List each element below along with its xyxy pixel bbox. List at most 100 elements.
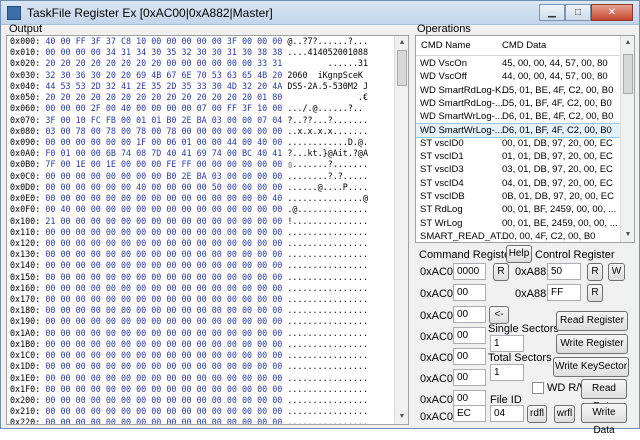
- reg-field-0xac03[interactable]: 00: [453, 327, 486, 344]
- operation-row[interactable]: SMART_READ_AT... D0, 00, 4F, C2, 00, B0: [416, 230, 622, 242]
- hex-offset: 0x210:: [10, 406, 41, 417]
- operations-scrollbar[interactable]: ▲ ▼: [620, 36, 634, 242]
- title-bar[interactable]: TaskFile Register Ex [0xAC00|0xA882|Mast…: [1, 1, 639, 25]
- operation-row[interactable]: WD VscOn 45, 00, 00, 44, 57, 00, 80: [416, 57, 622, 70]
- hex-row: 0x050: 20 20 20 20 20 20 20 20 20 20 20 …: [10, 92, 368, 103]
- reg-field-0xac04[interactable]: 00: [453, 348, 486, 365]
- ctrl-field-a883[interactable]: FF: [547, 284, 581, 301]
- operation-row[interactable]: ST vscID3 03, 01, DB, 97, 20, 00, EC: [416, 163, 622, 176]
- hex-row: 0x0C0: 00 00 00 00 00 00 00 00 B0 2E BA …: [10, 171, 368, 182]
- hex-offset: 0x190:: [10, 316, 41, 327]
- scroll-thumb[interactable]: [623, 54, 633, 94]
- hex-ascii: ................: [287, 271, 369, 282]
- hex-row: 0x1A0: 00 00 00 00 00 00 00 00 00 00 00 …: [10, 328, 368, 339]
- write-keysector-button[interactable]: Write KeySector: [553, 357, 629, 377]
- hex-row: 0x1C0: 00 00 00 00 00 00 00 00 00 00 00 …: [10, 350, 368, 361]
- hex-ascii: ................: [287, 260, 369, 271]
- hex-bytes: 40 00 FF 3F 37 C8 10 00 00 00 00 00 3F 0…: [45, 36, 283, 46]
- hex-ascii: ?...kt.}@Ait.?@A: [287, 148, 369, 159]
- hex-bytes: 00 00 00 00 00 00 00 00 00 00 00 00 00 0…: [45, 372, 283, 383]
- write-register-button[interactable]: Write Register: [556, 334, 628, 354]
- hex-row: 0x1F0: 00 00 00 00 00 00 00 00 00 00 00 …: [10, 384, 368, 395]
- operation-row[interactable]: ST vscID4 04, 01, DB, 97, 20, 00, EC: [416, 177, 622, 190]
- total-sectors-field[interactable]: 1: [490, 364, 524, 381]
- operation-row[interactable]: WD SmartRdLog-K... D5, 01, BE, 4F, C2, 00…: [416, 84, 622, 97]
- hex-ascii: ..x.x.x.x.......: [287, 125, 369, 136]
- operation-data: 04, 01, DB, 97, 20, 00, EC: [502, 177, 613, 189]
- hex-offset: 0x0E0:: [10, 193, 41, 204]
- hex-bytes: 00 40 00 00 00 00 00 00 00 00 00 00 00 0…: [45, 204, 283, 215]
- scroll-up-icon[interactable]: ▲: [622, 37, 634, 49]
- hex-ascii: .€: [287, 92, 369, 103]
- operation-row[interactable]: ST vscID0 00, 01, DB, 97, 20, 00, EC: [416, 137, 622, 150]
- reg-field-0xac07[interactable]: EC: [453, 405, 486, 422]
- scroll-thumb[interactable]: [397, 50, 407, 86]
- operation-name: ST WrLog: [420, 217, 463, 229]
- read-0xac00-button[interactable]: R: [493, 263, 509, 281]
- output-label: Output: [9, 23, 43, 35]
- hex-ascii: ................: [287, 395, 369, 405]
- hex-row: 0x190: 00 00 00 00 00 00 00 00 00 00 00 …: [10, 316, 368, 327]
- operation-data: 03, 01, DB, 97, 20, 00, EC: [502, 164, 613, 176]
- operation-row[interactable]: WD SmartWrLog-... D6, 01, BE, 4F, C2, 00,…: [416, 110, 622, 123]
- close-icon[interactable]: ✕: [591, 4, 633, 21]
- operation-data: 44, 00, 00, 44, 57, 00, 80: [502, 71, 608, 83]
- operation-name: ST vscID4: [420, 177, 464, 189]
- file-id-field[interactable]: 04: [490, 405, 524, 422]
- scroll-up-icon[interactable]: ▲: [396, 37, 408, 49]
- hex-bytes: 00 00 00 00 00 00 00 00 B0 2E BA 03 00 0…: [45, 170, 283, 181]
- hex-bytes: 00 00 00 00 00 00 00 00 00 00 00 00 00 0…: [45, 260, 283, 271]
- output-hex-view[interactable]: 0x000: 40 00 FF 3F 37 C8 10 00 00 00 00 …: [6, 35, 409, 425]
- write-data-button[interactable]: Write Data: [581, 403, 627, 436]
- output-scrollbar[interactable]: ▲ ▼: [394, 36, 408, 424]
- hex-bytes: F0 01 00 00 6B 74 08 7D 40 41 69 74 00 B…: [45, 148, 283, 159]
- hex-ascii: ......31: [287, 58, 369, 69]
- ctrl-write-button[interactable]: W: [608, 263, 625, 281]
- hex-offset: 0x180:: [10, 305, 41, 316]
- operations-list[interactable]: CMD Name CMD Data WD VscOn 45, 00, 00, 44…: [415, 35, 635, 243]
- operation-name: WD VscOn: [420, 58, 467, 69]
- operation-row[interactable]: ST WrLog 00, 01, BE, 2459, 00, 00, ...: [416, 217, 622, 230]
- wrfl-button[interactable]: wrfl: [554, 405, 575, 423]
- operation-name: ST vscID0: [420, 137, 464, 149]
- ctrl-read-button[interactable]: R: [587, 263, 603, 281]
- maximize-icon[interactable]: □: [565, 4, 591, 21]
- operation-row[interactable]: WD VscOff 44, 00, 00, 44, 57, 00, 80: [416, 70, 622, 83]
- read-register-button[interactable]: Read Register: [556, 311, 628, 331]
- reg-field-0xac00[interactable]: 0000: [453, 263, 486, 280]
- ctrl-read-a883-button[interactable]: R: [587, 284, 603, 302]
- copy-left-button[interactable]: <-: [489, 306, 509, 324]
- hex-offset: 0x120:: [10, 237, 41, 248]
- operation-data: 45, 00, 00, 44, 57, 00, 80: [502, 58, 608, 69]
- operation-data: D6, 01, BE, 4F, C2, 00, B0: [502, 111, 614, 123]
- scroll-down-icon[interactable]: ▼: [622, 229, 634, 241]
- operation-row[interactable]: WD SmartWrLog-... D6, 01, BF, 4F, C2, 00,…: [416, 122, 623, 138]
- hex-ascii: ........?.?.....: [287, 170, 369, 181]
- reg-field-0xac02[interactable]: 00: [453, 306, 486, 323]
- hex-bytes: 32 30 36 30 20 20 69 4B 67 6E 70 53 63 6…: [45, 69, 283, 80]
- reg-field-0xac05[interactable]: 00: [453, 369, 486, 386]
- rdfl-button[interactable]: rdfl: [527, 405, 547, 423]
- help-button[interactable]: Help: [506, 245, 532, 263]
- single-sectors-field[interactable]: 1: [490, 335, 524, 352]
- hex-offset: 0x0F0:: [10, 204, 41, 215]
- operation-row[interactable]: ST vscIDB 0B, 01, DB, 97, 20, 00, EC: [416, 190, 622, 203]
- operation-row[interactable]: WD SmartRdLog-... D5, 01, BF, 4F, C2, 00,…: [416, 97, 622, 110]
- ctrl-field-a882[interactable]: 50: [547, 263, 581, 280]
- operation-row[interactable]: ST vscID1 01, 01, DB, 97, 20, 00, EC: [416, 150, 622, 163]
- hex-row: 0x110: 00 00 00 00 00 00 00 00 00 00 00 …: [10, 227, 368, 238]
- scroll-down-icon[interactable]: ▼: [396, 411, 408, 423]
- hex-offset: 0x1A0:: [10, 327, 41, 338]
- col-cmd-data[interactable]: CMD Data: [502, 40, 546, 51]
- hex-row: 0x070: 3F 00 10 FC FB 00 01 01 B0 2E BA …: [10, 115, 368, 126]
- reg-field-0xac01[interactable]: 00: [453, 284, 486, 301]
- col-cmd-name[interactable]: CMD Name: [421, 40, 471, 51]
- hex-offset: 0x1C0:: [10, 350, 41, 361]
- read-data-button[interactable]: Read Data: [581, 379, 627, 412]
- wd-rw-checkbox[interactable]: [532, 382, 544, 394]
- hex-bytes: 00 00 00 00 00 00 00 00 00 00 00 00 00 0…: [45, 193, 283, 204]
- hex-offset: 0x1F0:: [10, 383, 41, 394]
- minimize-icon[interactable]: ▁: [539, 4, 565, 21]
- hex-row: 0x090: 00 00 00 00 00 00 1F 00 06 01 00 …: [10, 137, 368, 148]
- operation-row[interactable]: ST RdLog 00, 01, BF, 2459, 00, 00, ...: [416, 203, 622, 216]
